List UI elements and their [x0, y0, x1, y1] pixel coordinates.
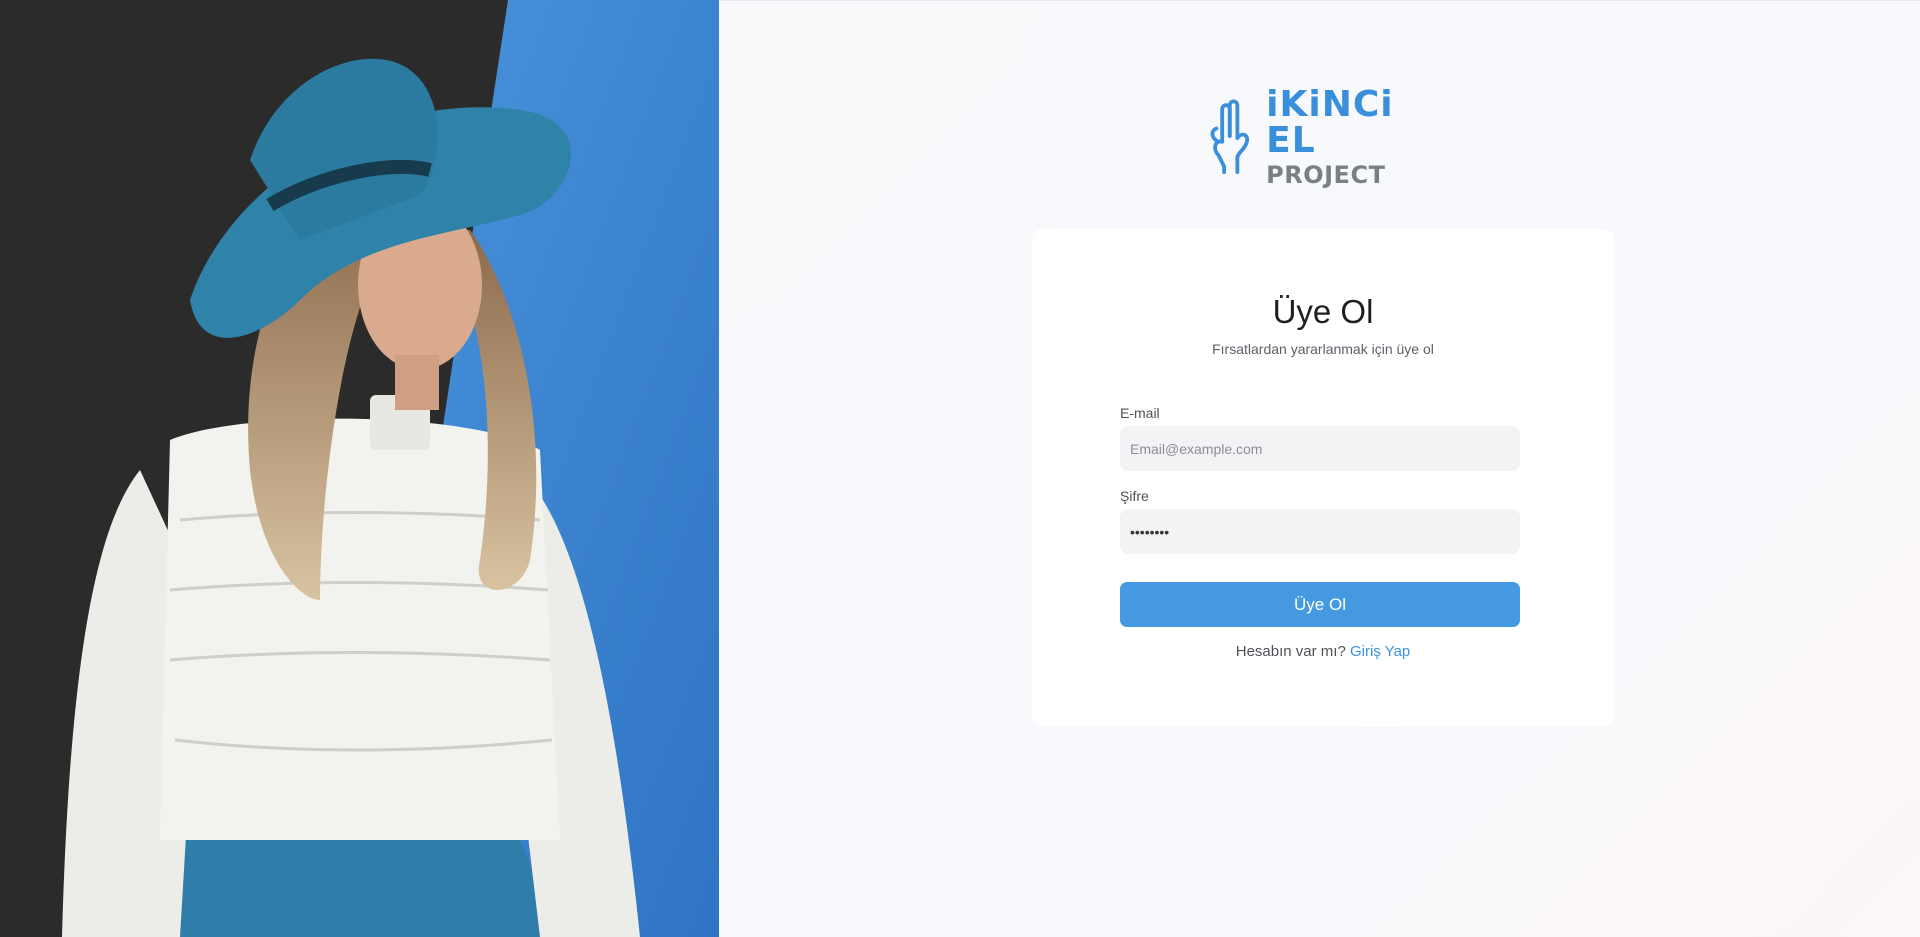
password-label: Şifre — [1120, 488, 1149, 504]
signup-card: Üye Ol Fırsatlardan yararlanmak için üye… — [1032, 229, 1614, 727]
email-label: E-mail — [1120, 405, 1160, 421]
login-link[interactable]: Giriş Yap — [1350, 643, 1410, 660]
password-field[interactable] — [1120, 509, 1520, 554]
brand-logo[interactable]: iKiNCi EL PROJECT — [1207, 87, 1447, 187]
email-field[interactable] — [1120, 426, 1520, 471]
auth-panel: iKiNCi EL PROJECT Üye Ol Fırsatlardan ya… — [719, 0, 1920, 937]
woman-in-blue-hat-photo — [0, 0, 719, 937]
brand-subtitle: PROJECT — [1266, 161, 1386, 189]
page-title: Üye Ol — [1272, 293, 1374, 330]
login-prompt-text: Hesabın var mı? — [1235, 643, 1346, 660]
two-fingers-hand-icon — [1210, 99, 1250, 175]
hero-image — [0, 0, 719, 937]
brand-name: iKiNCi EL — [1266, 84, 1394, 161]
login-prompt: Hesabın var mı? Giriş Yap — [1032, 643, 1614, 660]
page-subtitle: Fırsatlardan yararlanmak için üye ol — [1212, 341, 1434, 357]
signup-button[interactable]: Üye Ol — [1120, 582, 1520, 627]
